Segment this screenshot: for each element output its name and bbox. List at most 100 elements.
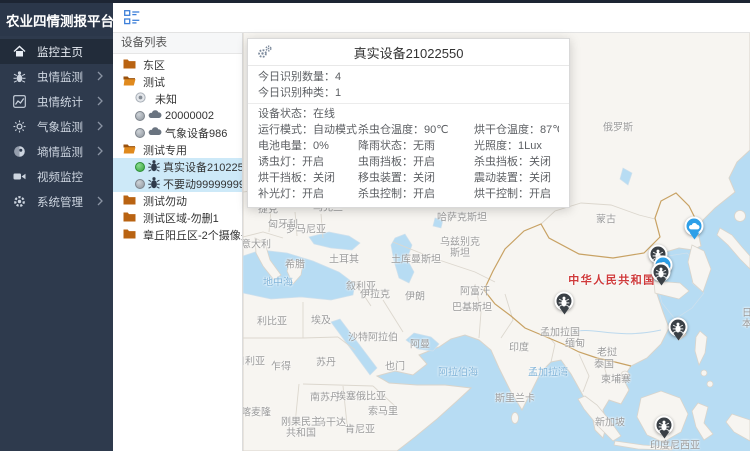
device-param: 杀虫控制：开启 [358, 186, 474, 202]
tree-item[interactable]: 测试区域-勿删1 [113, 209, 242, 226]
bug-icon [559, 295, 570, 307]
cloud-icon [689, 222, 700, 231]
recognition-count-value: 4 [335, 71, 341, 83]
unknown-device-icon [135, 92, 146, 106]
folder-closed-icon [123, 211, 136, 225]
tree-item[interactable]: 不要动99999999 [113, 175, 242, 192]
sidebar-item-insect-stats[interactable]: 虫情统计 [0, 89, 113, 114]
sidebar: 农业四情测报平台 监控主页 虫情监测 虫情统计 [0, 0, 113, 451]
insect-device-marker[interactable] [655, 416, 674, 435]
app-title: 农业四情测报平台 [0, 0, 113, 36]
tree-item-label: 20000002 [165, 110, 214, 122]
status-dot [135, 128, 145, 138]
chevron-right-icon [97, 196, 103, 206]
tree-item-label: 测试 [143, 74, 165, 90]
sidebar-menu: 监控主页 虫情监测 虫情统计 气象监测 [0, 39, 113, 214]
device-param: 虫雨挡板：开启 [358, 154, 474, 170]
folder-closed-icon [123, 58, 136, 72]
tree-item-label: 未知 [155, 91, 177, 107]
tree-item[interactable]: 东区 [113, 56, 242, 73]
insect-device-marker[interactable] [669, 318, 688, 337]
sidebar-item-label: 虫情统计 [37, 94, 83, 110]
bug-icon [673, 321, 684, 333]
device-param: 降雨状态：无雨 [358, 138, 474, 154]
folder-open-icon [123, 75, 136, 89]
folder-closed-icon [123, 194, 136, 208]
bug-device-icon [148, 176, 160, 192]
recognition-count-row: 今日识别数量：4 [248, 69, 569, 85]
device-param: 补光灯：开启 [258, 186, 358, 202]
sidebar-item-monitor-home[interactable]: 监控主页 [0, 39, 113, 64]
tree-item-label: 东区 [143, 57, 165, 73]
status-dot [135, 179, 145, 189]
tree-item[interactable]: 测试专用 [113, 141, 242, 158]
tree-item[interactable]: 20000002 [113, 107, 242, 124]
chevron-right-icon [97, 96, 103, 106]
folder-open-icon [123, 143, 136, 157]
device-list-panel: 设备列表 [113, 33, 243, 451]
recognition-type-value: 1 [335, 87, 341, 99]
sidebar-item-soil-monitor[interactable]: 墒情监测 [0, 139, 113, 164]
device-param: 杀虫挡板：关闭 [474, 154, 559, 170]
tree-item-label: 测试勿动 [143, 193, 187, 209]
bug-device-icon [148, 159, 160, 175]
device-status-value: 在线 [313, 108, 335, 120]
tree-item-label: 真实设备21022550 [163, 159, 242, 175]
status-dot [135, 111, 145, 121]
status-dot [135, 162, 145, 172]
tree-item[interactable]: 章丘阳丘区-2个摄像头 [113, 226, 242, 243]
device-param: 运行模式：自动模式 [258, 122, 358, 138]
sidebar-item-system-admin[interactable]: 系统管理 [0, 189, 113, 214]
popup-body: 今日识别数量：4 今日识别种类：1 设备状态：在线 运行模式：自动模式 杀虫仓温… [248, 66, 569, 207]
sidebar-item-label: 视频监控 [37, 169, 83, 185]
tree-item[interactable]: 未知 [113, 90, 242, 107]
cloud-device-icon [148, 126, 162, 139]
bug-icon [13, 70, 26, 83]
divider [248, 103, 569, 104]
sidebar-item-label: 墒情监测 [37, 144, 83, 160]
insect-device-marker[interactable] [652, 263, 671, 282]
sidebar-item-insect-monitor[interactable]: 虫情监测 [0, 64, 113, 89]
tree-item-label: 测试区域-勿删1 [143, 210, 219, 226]
popup-header: 真实设备21022550 [248, 39, 569, 66]
tree-item-label: 章丘阳丘区-2个摄像头 [143, 227, 242, 243]
gear-icon [13, 195, 26, 208]
sidebar-item-video-monitor[interactable]: 视频监控 [0, 164, 113, 189]
home-icon [13, 45, 26, 58]
device-param: 光照度：1Lux [474, 138, 559, 154]
chart-icon [13, 95, 26, 108]
sidebar-item-label: 气象监测 [37, 119, 83, 135]
sidebar-item-label: 虫情监测 [37, 69, 83, 85]
top-strip [0, 0, 750, 3]
device-tree: 东区 [113, 54, 242, 243]
weather-device-marker[interactable] [685, 217, 704, 236]
device-params-grid: 运行模式：自动模式 杀虫仓温度：90℃ 烘干仓温度：87℃ 电池电量：0% 降雨… [248, 122, 569, 202]
bug-icon [656, 266, 667, 278]
sidebar-item-label: 系统管理 [37, 194, 83, 210]
device-info-popup: 真实设备21022550 今日识别数量：4 今日识别种类：1 设备状态：在线 运… [247, 38, 570, 208]
tree-item[interactable]: 真实设备21022550 [113, 158, 242, 175]
chevron-right-icon [97, 121, 103, 131]
cloud-device-icon [148, 109, 162, 122]
device-param: 烘干挡板：关闭 [258, 170, 358, 186]
device-param: 电池电量：0% [258, 138, 358, 154]
device-param: 烘干控制：开启 [474, 186, 559, 202]
tree-view-toggle-icon[interactable] [124, 10, 140, 25]
insect-device-marker[interactable] [555, 292, 574, 311]
tree-item[interactable]: 气象设备986 [113, 124, 242, 141]
device-param: 移虫装置：关闭 [358, 170, 474, 186]
tree-item[interactable]: 测试勿动 [113, 192, 242, 209]
sidebar-item-weather-monitor[interactable]: 气象监测 [0, 114, 113, 139]
settings-gears-icon[interactable] [257, 45, 272, 59]
app-window: 农业四情测报平台 监控主页 虫情监测 虫情统计 [0, 0, 750, 451]
device-param: 诱虫灯：开启 [258, 154, 358, 170]
device-param: 烘干仓温度：87℃ [474, 122, 559, 138]
bug-icon [659, 419, 670, 431]
device-status-row: 设备状态：在线 [248, 106, 569, 122]
chevron-right-icon [97, 146, 103, 156]
tree-item-label: 测试专用 [143, 142, 187, 158]
sidebar-item-label: 监控主页 [37, 44, 83, 60]
tree-item[interactable]: 测试 [113, 73, 242, 90]
toolbar [113, 3, 750, 33]
video-camera-icon [13, 170, 26, 183]
